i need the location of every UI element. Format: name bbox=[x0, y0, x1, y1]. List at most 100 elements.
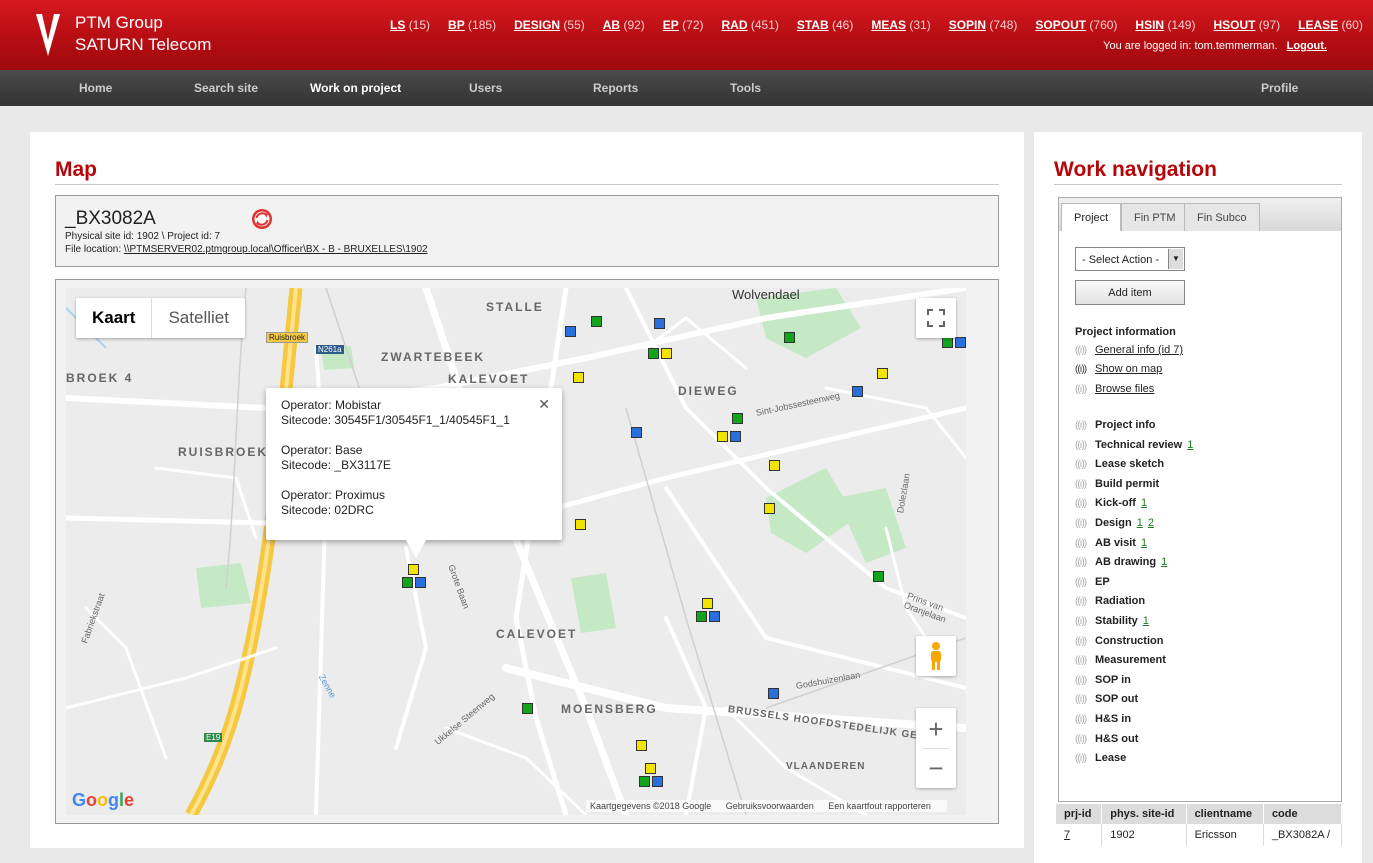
site-marker[interactable] bbox=[652, 776, 663, 787]
count-label[interactable]: SOPOUT bbox=[1035, 18, 1086, 32]
nav-reports[interactable]: Reports bbox=[593, 81, 638, 95]
phase-name[interactable]: Technical review bbox=[1095, 439, 1182, 451]
browse-files-label[interactable]: Browse files bbox=[1095, 383, 1154, 395]
table-row[interactable]: 7 1902 Ericsson _BX3082A / bbox=[1056, 824, 1343, 846]
count-label[interactable]: LS bbox=[390, 18, 405, 32]
count-link-design[interactable]: DESIGN (55) bbox=[514, 18, 585, 32]
show-on-map-link[interactable]: ((ı)) Show on map bbox=[1075, 363, 1162, 375]
count-label[interactable]: MEAS bbox=[871, 18, 906, 32]
refresh-icon[interactable] bbox=[251, 208, 273, 230]
phase-item[interactable]: ((ı)) AB drawing 1 bbox=[1075, 556, 1167, 568]
phase-item[interactable]: ((ı)) H&S in bbox=[1075, 713, 1131, 725]
site-marker[interactable] bbox=[636, 740, 647, 751]
show-on-map-label[interactable]: Show on map bbox=[1095, 363, 1162, 375]
count-link-bp[interactable]: BP (185) bbox=[448, 18, 496, 32]
phase-name[interactable]: SOP out bbox=[1095, 693, 1138, 705]
phase-item[interactable]: ((ı)) Design 1 2 bbox=[1075, 517, 1154, 529]
site-marker[interactable] bbox=[717, 431, 728, 442]
phase-item[interactable]: ((ı)) SOP out bbox=[1075, 693, 1138, 705]
count-link-hsin[interactable]: HSIN (149) bbox=[1135, 18, 1195, 32]
tab-fin-subco[interactable]: Fin Subco bbox=[1184, 203, 1260, 232]
nav-work-on-project[interactable]: Work on project bbox=[310, 81, 401, 95]
site-marker[interactable] bbox=[639, 776, 650, 787]
site-marker[interactable] bbox=[764, 503, 775, 514]
site-marker[interactable] bbox=[769, 460, 780, 471]
phase-item[interactable]: ((ı)) Measurement bbox=[1075, 654, 1166, 666]
logout-link[interactable]: Logout. bbox=[1287, 40, 1327, 52]
nav-search-site[interactable]: Search site bbox=[194, 81, 258, 95]
phase-version-link[interactable]: 1 bbox=[1137, 517, 1143, 529]
site-marker[interactable] bbox=[873, 571, 884, 582]
phase-item[interactable]: ((ı)) Build permit bbox=[1075, 478, 1159, 490]
tab-project[interactable]: Project bbox=[1061, 203, 1122, 233]
site-marker[interactable] bbox=[784, 332, 795, 343]
phase-item[interactable]: ((ı)) Lease sketch bbox=[1075, 458, 1164, 470]
site-marker[interactable] bbox=[415, 577, 426, 588]
site-marker[interactable] bbox=[877, 368, 888, 379]
phase-name[interactable]: EP bbox=[1095, 576, 1110, 588]
phase-item[interactable]: ((ı)) Stability 1 bbox=[1075, 615, 1149, 627]
site-marker[interactable] bbox=[852, 386, 863, 397]
cell-prj-id[interactable]: 7 bbox=[1056, 824, 1103, 846]
site-marker[interactable] bbox=[591, 316, 602, 327]
report-error-link[interactable]: Een kaartfout rapporteren bbox=[828, 801, 931, 811]
phase-item[interactable]: ((ı)) EP bbox=[1075, 576, 1110, 588]
phase-name[interactable]: Lease bbox=[1095, 752, 1126, 764]
count-link-sopin[interactable]: SOPIN (748) bbox=[949, 18, 1018, 32]
nav-profile[interactable]: Profile bbox=[1261, 81, 1298, 95]
phase-item[interactable]: ((ı)) Lease bbox=[1075, 752, 1126, 764]
map-type-kaart[interactable]: Kaart bbox=[76, 298, 153, 338]
count-link-meas[interactable]: MEAS (31) bbox=[871, 18, 930, 32]
site-marker[interactable] bbox=[955, 337, 966, 348]
count-link-hsout[interactable]: HSOUT (97) bbox=[1213, 18, 1280, 32]
site-marker[interactable] bbox=[522, 703, 533, 714]
action-select[interactable]: - Select Action - ▼ bbox=[1075, 247, 1185, 271]
zoom-out-icon[interactable]: − bbox=[928, 749, 943, 787]
site-marker[interactable] bbox=[768, 688, 779, 699]
site-marker[interactable] bbox=[631, 427, 642, 438]
prj-id-link[interactable]: 7 bbox=[1064, 829, 1070, 841]
site-marker[interactable] bbox=[661, 348, 672, 359]
close-icon[interactable]: ✕ bbox=[538, 396, 550, 413]
phase-item[interactable]: ((ı)) Construction bbox=[1075, 635, 1163, 647]
phase-item[interactable]: ((ı)) Kick-off 1 bbox=[1075, 497, 1147, 509]
phase-name[interactable]: Measurement bbox=[1095, 654, 1166, 666]
phase-name[interactable]: SOP in bbox=[1095, 674, 1131, 686]
zoom-in-icon[interactable]: + bbox=[928, 710, 943, 748]
phase-name[interactable]: Project info bbox=[1095, 419, 1156, 431]
site-marker[interactable] bbox=[654, 318, 665, 329]
add-item-button[interactable]: Add item bbox=[1075, 280, 1185, 305]
phase-name[interactable]: AB drawing bbox=[1095, 556, 1156, 568]
count-label[interactable]: RAD bbox=[722, 18, 748, 32]
count-link-ep[interactable]: EP (72) bbox=[663, 18, 704, 32]
site-marker[interactable] bbox=[696, 611, 707, 622]
count-link-sopout[interactable]: SOPOUT (760) bbox=[1035, 18, 1117, 32]
phase-version-link[interactable]: 1 bbox=[1141, 537, 1147, 549]
phase-name[interactable]: Build permit bbox=[1095, 478, 1159, 490]
site-marker[interactable] bbox=[573, 372, 584, 383]
site-marker[interactable] bbox=[709, 611, 720, 622]
browse-files-link[interactable]: ((ı)) Browse files bbox=[1075, 383, 1154, 395]
count-label[interactable]: DESIGN bbox=[514, 18, 560, 32]
phase-version-link[interactable]: 1 bbox=[1161, 556, 1167, 568]
terms-link[interactable]: Gebruiksvoorwaarden bbox=[726, 801, 814, 811]
site-marker[interactable] bbox=[565, 326, 576, 337]
general-info-label[interactable]: General info (id 7) bbox=[1095, 344, 1183, 356]
map-type-satellite[interactable]: Satelliet bbox=[152, 298, 244, 338]
phase-item[interactable]: ((ı)) SOP in bbox=[1075, 674, 1131, 686]
count-label[interactable]: STAB bbox=[797, 18, 829, 32]
site-marker[interactable] bbox=[702, 598, 713, 609]
site-marker[interactable] bbox=[575, 519, 586, 530]
count-label[interactable]: SOPIN bbox=[949, 18, 986, 32]
phase-item[interactable]: ((ı)) Project info bbox=[1075, 419, 1156, 431]
phase-name[interactable]: Kick-off bbox=[1095, 497, 1136, 509]
site-marker[interactable] bbox=[645, 763, 656, 774]
count-link-lease[interactable]: LEASE (60) bbox=[1298, 18, 1363, 32]
count-label[interactable]: HSIN bbox=[1135, 18, 1164, 32]
count-label[interactable]: AB bbox=[603, 18, 620, 32]
site-marker[interactable] bbox=[730, 431, 741, 442]
phase-version-link[interactable]: 1 bbox=[1141, 497, 1147, 509]
site-marker[interactable] bbox=[648, 348, 659, 359]
phase-name[interactable]: Construction bbox=[1095, 635, 1163, 647]
phase-item[interactable]: ((ı)) Technical review 1 bbox=[1075, 439, 1193, 451]
